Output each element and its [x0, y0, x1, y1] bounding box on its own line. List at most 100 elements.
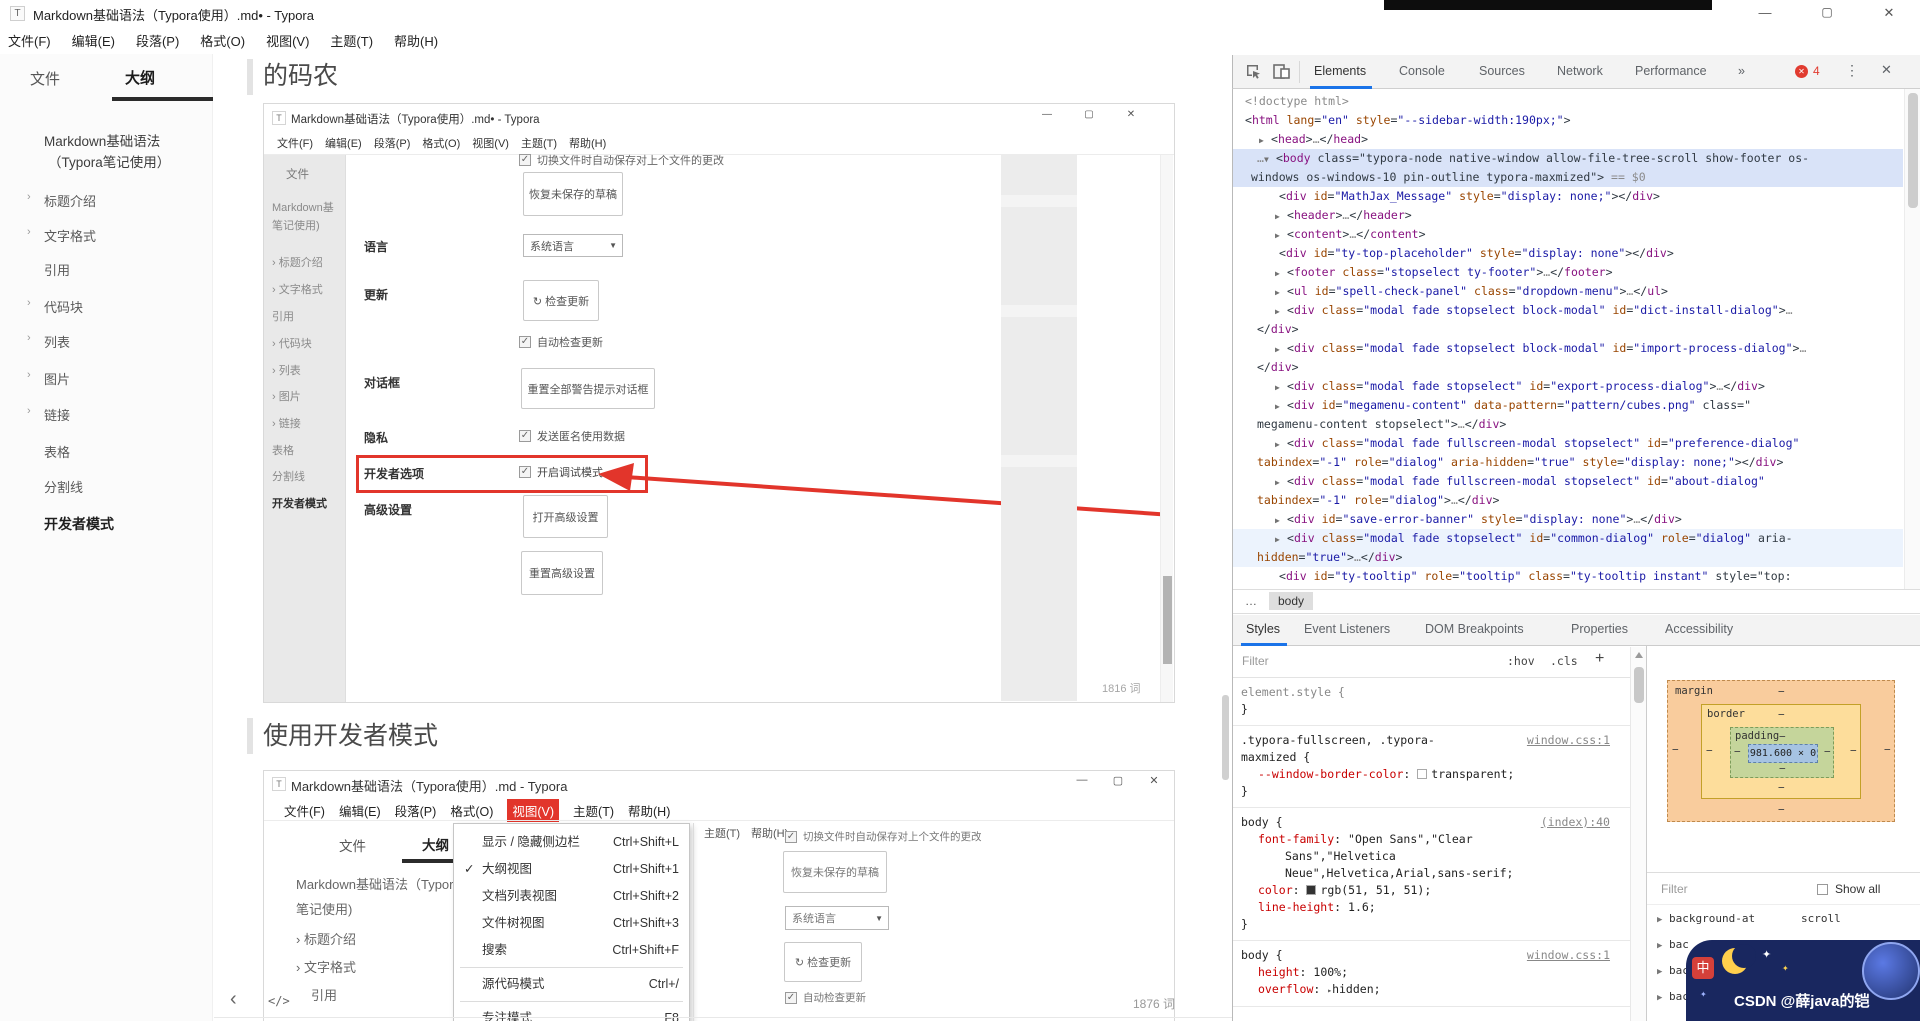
- elements-scrollbar[interactable]: [1904, 89, 1920, 589]
- s1-check-update-button[interactable]: ↻ 检查更新: [523, 280, 599, 321]
- s1-language-select[interactable]: 系统语言 ▼: [523, 234, 623, 257]
- view-menu-item[interactable]: 文档列表视图 Ctrl+Shift+2: [454, 883, 689, 910]
- styles-tab-properties[interactable]: Properties: [1571, 622, 1628, 636]
- dom-node[interactable]: <div id="MathJax_Message" style="display…: [1233, 187, 1903, 206]
- menu-item-1[interactable]: 编辑(E): [339, 801, 381, 820]
- s1-debug-mode-checkbox[interactable]: ✓ 开启调试模式: [519, 464, 603, 480]
- rule-source-link[interactable]: window.css:1: [1527, 947, 1610, 964]
- dom-node[interactable]: ▶ <div class="modal fade fullscreen-modal…: [1233, 472, 1903, 491]
- rule-source-link[interactable]: window.css:1: [1527, 732, 1610, 749]
- status-source-code-icon[interactable]: </>: [268, 994, 290, 1008]
- dom-node[interactable]: </div>: [1233, 358, 1903, 377]
- menu-item-2[interactable]: 段落(P): [395, 801, 437, 820]
- s1-send-data-checkbox[interactable]: ✓ 发送匿名使用数据: [519, 428, 625, 444]
- chevron-right-icon[interactable]: ›: [27, 226, 31, 238]
- menu-item-5[interactable]: 主题(T): [573, 801, 614, 820]
- dom-node[interactable]: ▶ <ul id="spell-check-panel" class="dropd…: [1233, 282, 1903, 301]
- dom-node[interactable]: ▶ <div class="modal fade fullscreen-modal…: [1233, 434, 1903, 453]
- dom-node[interactable]: …▼ <body class="typora-node native-window…: [1233, 149, 1903, 168]
- menu-item-6[interactable]: 帮助(H): [394, 31, 438, 50]
- view-menu-item[interactable]: 文件树视图 Ctrl+Shift+3: [454, 910, 689, 937]
- close-button[interactable]: ✕: [1874, 5, 1904, 21]
- error-count[interactable]: 4: [1813, 64, 1820, 78]
- dom-node[interactable]: ▶ <div id="megamenu-content" data-pattern…: [1233, 396, 1903, 415]
- styles-scrollbar-thumb[interactable]: [1634, 667, 1644, 703]
- collapse-arrow-icon[interactable]: ▶: [1275, 226, 1287, 245]
- menu-item-0[interactable]: 文件(F): [8, 31, 51, 50]
- view-menu-item[interactable]: 专注模式 F8: [454, 1005, 689, 1021]
- collapse-arrow-icon[interactable]: ▶: [1657, 915, 1662, 925]
- dom-node[interactable]: ▶ <div class="modal fade stopselect" id="…: [1233, 529, 1903, 548]
- inspect-icon[interactable]: [1245, 63, 1262, 80]
- view-menu-item[interactable]: 搜索 Ctrl+Shift+F: [454, 937, 689, 964]
- view-menu-item[interactable]: 显示 / 隐藏侧边栏 Ctrl+Shift+L: [454, 829, 689, 856]
- breadcrumb-body[interactable]: body: [1269, 592, 1314, 610]
- menu-item-3[interactable]: 格式(O): [422, 135, 460, 151]
- view-menu-item[interactable]: 源代码模式 Ctrl+/: [454, 971, 689, 998]
- dom-node[interactable]: ▶ <div class="modal fade stopselect block…: [1233, 339, 1903, 358]
- hov-toggle[interactable]: :hov: [1507, 654, 1535, 668]
- expand-arrow-icon[interactable]: ▼: [1264, 150, 1276, 169]
- css-property[interactable]: --window-border-color: transparent;: [1241, 766, 1622, 783]
- kebab-menu-icon[interactable]: ⋮: [1845, 62, 1859, 79]
- dom-node[interactable]: windows os-windows-10 pin-outline typora…: [1233, 168, 1903, 187]
- menu-item-2[interactable]: 段落(P): [136, 31, 179, 50]
- css-property[interactable]: color: rgb(51, 51, 51);: [1241, 882, 1622, 899]
- dom-node[interactable]: tabindex="-1" role="dialog" aria-hidden=…: [1233, 453, 1903, 472]
- dom-node[interactable]: ▶ <div id="save-error-banner" style="disp…: [1233, 510, 1903, 529]
- s1-scrollbar-thumb[interactable]: [1163, 576, 1172, 664]
- collapse-arrow-icon[interactable]: ▶: [1657, 941, 1662, 951]
- dom-node[interactable]: tabindex="-1" role="dialog">…</div>: [1233, 491, 1903, 510]
- menu-item-0[interactable]: 文件(F): [284, 801, 325, 820]
- styles-tab-dom-breakpoints[interactable]: DOM Breakpoints: [1425, 622, 1524, 636]
- s1-open-advanced-button[interactable]: 打开高级设置: [523, 495, 608, 538]
- view-menu-item[interactable]: ✓ 大纲视图 Ctrl+Shift+1: [454, 856, 689, 883]
- s1-autosave-checkbox[interactable]: ✓ 切换文件时自动保存对上个文件的更改: [519, 152, 724, 168]
- dom-node[interactable]: ▶ <content>…</content>: [1233, 225, 1903, 244]
- dom-node[interactable]: hidden="true">…</div>: [1233, 548, 1903, 567]
- devtools-tab-sources[interactable]: Sources: [1479, 64, 1525, 78]
- dom-node[interactable]: ▶ <head>…</head>: [1233, 130, 1903, 149]
- css-property[interactable]: height: 100%;: [1241, 964, 1622, 981]
- styles-tab-event-listeners[interactable]: Event Listeners: [1304, 622, 1390, 636]
- menu-item-5[interactable]: 主题(T): [521, 135, 557, 151]
- s1-restore-draft-button[interactable]: 恢复未保存的草稿: [523, 172, 623, 216]
- computed-property-row[interactable]: ▶ background-at scroll: [1657, 912, 1911, 925]
- new-style-rule-button[interactable]: +: [1595, 650, 1604, 668]
- dom-node[interactable]: <html lang="en" style="--sidebar-width:1…: [1233, 111, 1903, 130]
- collapse-arrow-icon[interactable]: ▶: [1275, 264, 1287, 283]
- collapse-arrow-icon[interactable]: ▶: [1275, 435, 1287, 454]
- menu-item-6[interactable]: 帮助(H): [628, 801, 670, 820]
- collapse-arrow-icon[interactable]: ▶: [1275, 207, 1287, 226]
- menu-item-1[interactable]: 编辑(E): [325, 135, 362, 151]
- dom-node[interactable]: <div id="ty-top-placeholder" style="disp…: [1233, 244, 1903, 263]
- devtools-tab-performance[interactable]: Performance: [1635, 64, 1707, 78]
- s1-reset-warnings-button[interactable]: 重置全部警告提示对话框: [521, 368, 655, 409]
- chevron-right-icon[interactable]: ›: [27, 191, 31, 203]
- elements-scrollbar-thumb[interactable]: [1908, 93, 1918, 208]
- collapse-arrow-icon[interactable]: ▶: [1275, 283, 1287, 302]
- box-model[interactable]: margin − − − − border − − − − padding − …: [1667, 680, 1895, 822]
- error-badge-icon[interactable]: ✕: [1795, 65, 1808, 78]
- menu-item-6[interactable]: 帮助(H): [569, 135, 606, 151]
- collapse-arrow-icon[interactable]: ▶: [1275, 397, 1287, 416]
- collapse-arrow-icon[interactable]: ▶: [1275, 340, 1287, 359]
- devtools-close-icon[interactable]: ✕: [1881, 62, 1892, 78]
- devtools-tab-network[interactable]: Network: [1557, 64, 1603, 78]
- menu-item-0[interactable]: 文件(F): [277, 135, 313, 151]
- menu-item-5[interactable]: 主题(T): [330, 31, 373, 50]
- dom-node[interactable]: ▶ <header>…</header>: [1233, 206, 1903, 225]
- computed-filter[interactable]: Filter: [1661, 882, 1688, 896]
- styles-tab-styles[interactable]: Styles: [1246, 622, 1280, 636]
- css-rule[interactable]: window.css:1 .typora-fullscreen, .typora-…: [1233, 726, 1630, 808]
- rule-source-link[interactable]: (index):40: [1541, 814, 1610, 831]
- dom-node[interactable]: ▶ <footer class="stopselect ty-footer">…<…: [1233, 263, 1903, 282]
- styles-scrollbar[interactable]: [1630, 647, 1646, 1021]
- collapse-arrow-icon[interactable]: ▶: [1275, 511, 1287, 530]
- dom-node[interactable]: ▶ <div class="modal fade stopselect" id="…: [1233, 377, 1903, 396]
- menu-item-3[interactable]: 格式(O): [200, 31, 245, 50]
- collapse-arrow-icon[interactable]: ▶: [1275, 378, 1287, 397]
- css-rule[interactable]: element.style {}: [1233, 678, 1630, 726]
- menu-item-4[interactable]: 视图(V): [472, 135, 509, 151]
- s1-reset-advanced-button[interactable]: 重置高级设置: [521, 551, 603, 595]
